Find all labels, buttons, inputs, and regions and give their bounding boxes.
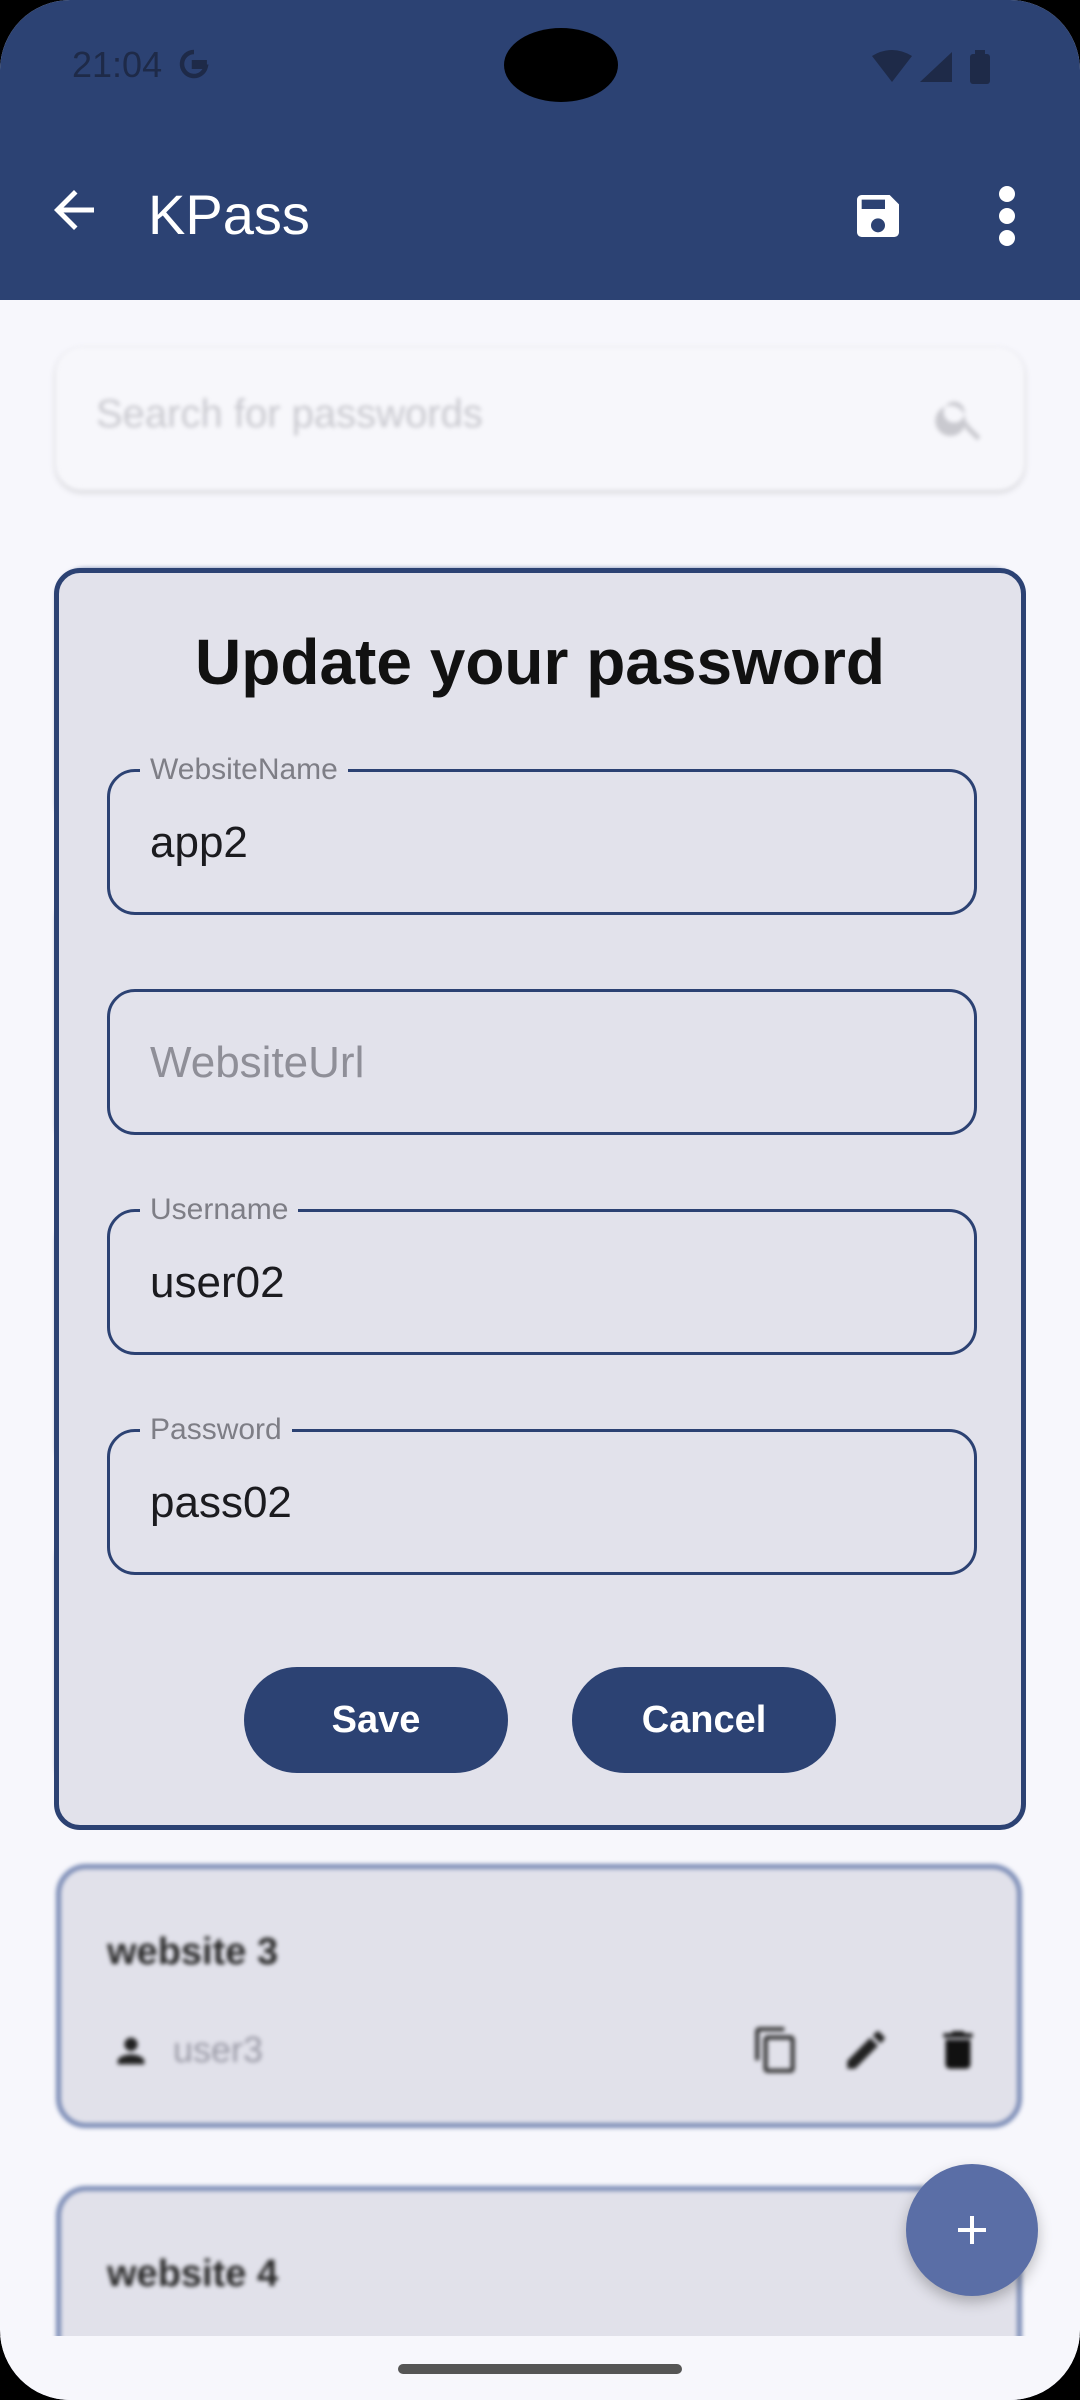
username-label: Username bbox=[140, 1193, 299, 1227]
delete-icon[interactable] bbox=[933, 2025, 983, 2075]
save-button[interactable]: Save bbox=[244, 1667, 508, 1773]
search-input[interactable]: Search for passwords bbox=[96, 392, 483, 437]
add-icon bbox=[958, 2216, 986, 2244]
copy-icon[interactable] bbox=[751, 2025, 801, 2075]
password-value[interactable]: pass02 bbox=[150, 1478, 292, 1528]
password-label: Password bbox=[140, 1413, 292, 1447]
gesture-handle[interactable] bbox=[398, 2364, 682, 2374]
camera-cutout bbox=[504, 28, 618, 102]
website-url-placeholder[interactable]: WebsiteUrl bbox=[150, 1038, 364, 1088]
card-title: website 4 bbox=[107, 2253, 279, 2295]
website-name-value[interactable]: app2 bbox=[150, 818, 248, 868]
status-time: 21:04 bbox=[72, 44, 163, 85]
dialog-title: Update your password bbox=[195, 626, 885, 698]
more-vert-icon[interactable] bbox=[990, 186, 1024, 246]
edit-icon[interactable] bbox=[841, 2025, 891, 2075]
person-icon bbox=[117, 2037, 145, 2065]
google-icon bbox=[179, 49, 209, 79]
username-field[interactable]: Username user02 bbox=[107, 1193, 977, 1355]
search-icon bbox=[935, 401, 981, 441]
cancel-button[interactable]: Cancel bbox=[572, 1667, 836, 1773]
password-field[interactable]: Password pass02 bbox=[107, 1413, 977, 1575]
card-username: user3 bbox=[173, 2029, 264, 2070]
website-url-field[interactable]: WebsiteUrl bbox=[107, 989, 977, 1135]
app-bar: 21:04 KPass bbox=[0, 0, 1080, 300]
app-title: KPass bbox=[148, 183, 310, 246]
save-icon[interactable] bbox=[850, 188, 906, 244]
password-card[interactable]: website 3 user3 bbox=[56, 1864, 1022, 2128]
add-password-button[interactable] bbox=[906, 2164, 1038, 2296]
card-title: website 3 bbox=[107, 1931, 279, 1973]
username-value[interactable]: user02 bbox=[150, 1258, 285, 1308]
status-icons bbox=[872, 50, 990, 84]
back-arrow-icon[interactable] bbox=[44, 180, 104, 240]
website-name-field[interactable]: WebsiteName app2 bbox=[107, 753, 977, 915]
website-name-label: WebsiteName bbox=[140, 753, 348, 787]
search-bar[interactable]: Search for passwords bbox=[56, 348, 1024, 490]
screen: 21:04 KPass Search for passwords website… bbox=[0, 0, 1080, 2400]
update-password-dialog: Update your password WebsiteName app2 We… bbox=[54, 568, 1026, 1830]
